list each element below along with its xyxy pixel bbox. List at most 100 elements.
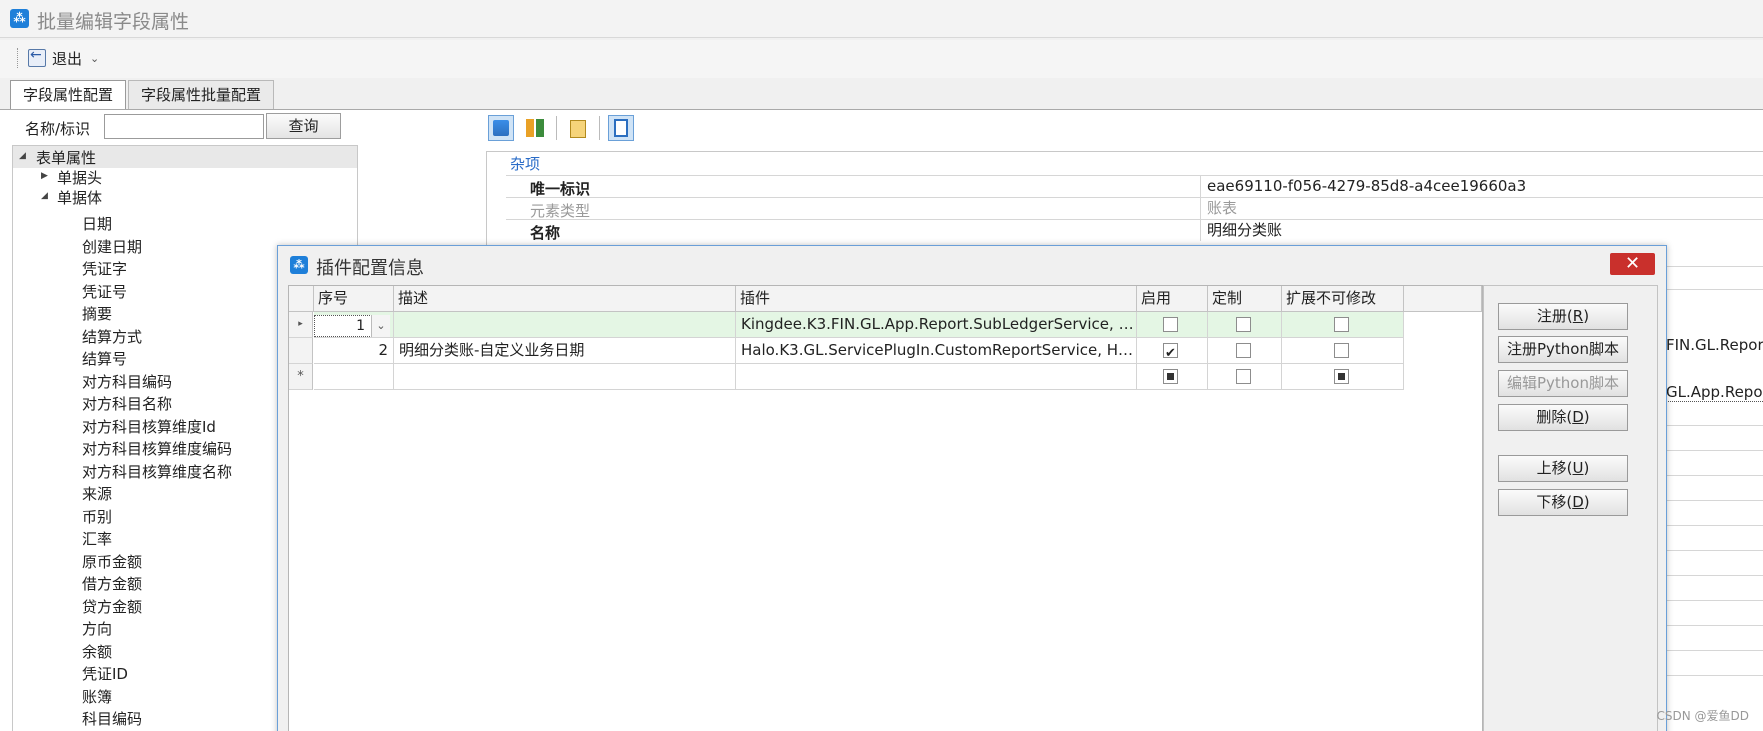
tab-field-attribute-batch-config[interactable]: 字段属性批量配置	[128, 80, 275, 110]
property-value[interactable]: eae69110-f056-4279-85d8-a4cee19660a3	[1200, 176, 1526, 197]
custom-checkbox[interactable]	[1236, 369, 1251, 384]
tree-leaf[interactable]: 日期	[82, 213, 112, 234]
tree-leaf[interactable]: 结算方式	[82, 326, 142, 347]
dropdown-arrow-icon[interactable]: ⌄	[371, 315, 390, 337]
tree-leaf[interactable]: 创建日期	[82, 236, 142, 257]
register-button[interactable]: 注册(R)	[1498, 303, 1628, 330]
cell-custom	[1208, 364, 1282, 390]
tree-root[interactable]: 表单属性	[36, 147, 96, 168]
property-toolbar	[488, 115, 634, 143]
property-divider	[1664, 500, 1763, 501]
window-title: 批量编辑字段属性	[37, 11, 190, 33]
tree-leaf[interactable]: 凭证ID	[82, 663, 128, 684]
tree-leaf[interactable]: 原币金额	[82, 551, 142, 572]
tree-leaf[interactable]: 借方金额	[82, 573, 142, 594]
row-indicator[interactable]: ▸	[289, 312, 313, 338]
property-divider	[1664, 525, 1763, 526]
tree-leaf[interactable]: 汇率	[82, 528, 112, 549]
property-row[interactable]: 唯一标识 eae69110-f056-4279-85d8-a4cee19660a…	[506, 175, 1763, 198]
locked-checkbox[interactable]	[1334, 317, 1349, 332]
cell-seq[interactable]	[314, 364, 394, 390]
delete-label-end: )	[1583, 408, 1590, 426]
property-divider	[1664, 675, 1763, 676]
property-divider	[1664, 650, 1763, 651]
move-up-button[interactable]: 上移(U)	[1498, 455, 1628, 482]
tree-leaf[interactable]: 科目编码	[82, 708, 142, 729]
custom-checkbox[interactable]	[1236, 343, 1251, 358]
property-divider	[1664, 625, 1763, 626]
events-icon[interactable]	[608, 115, 634, 141]
property-value[interactable]: 明细分类账	[1200, 220, 1282, 241]
tree-leaf[interactable]: 摘要	[82, 303, 112, 324]
column-header-custom[interactable]: 定制	[1208, 286, 1282, 312]
register-python-button[interactable]: 注册Python脚本	[1498, 336, 1628, 363]
cell-locked	[1282, 338, 1404, 364]
property-name: 元素类型	[530, 202, 591, 220]
tree-leaf[interactable]: 凭证号	[82, 281, 127, 302]
property-value-partial[interactable]: GL.App.Report	[1666, 383, 1763, 402]
tree-leaf[interactable]: 结算号	[82, 348, 127, 369]
custom-checkbox[interactable]	[1236, 317, 1251, 332]
locked-checkbox[interactable]	[1334, 343, 1349, 358]
categorized-view-icon[interactable]	[488, 115, 514, 141]
new-row-indicator[interactable]: *	[289, 364, 313, 390]
locked-checkbox[interactable]	[1334, 369, 1349, 384]
column-header-seq[interactable]: 序号	[314, 286, 394, 312]
cell-plugin[interactable]: Kingdee.K3.FIN.GL.App.Report.SubLedgerSe…	[736, 312, 1137, 338]
cell-desc[interactable]	[394, 312, 736, 338]
tree-leaf[interactable]: 贷方金额	[82, 596, 142, 617]
move-up-label: 上移(	[1536, 459, 1573, 477]
tree-leaf[interactable]: 来源	[82, 483, 112, 504]
tree-node-header[interactable]: 单据头	[57, 167, 102, 188]
tree-leaf[interactable]: 余额	[82, 641, 112, 662]
cell-desc[interactable]	[394, 364, 736, 390]
exit-label: 退出	[52, 49, 83, 68]
property-row[interactable]: 名称 明细分类账	[506, 219, 1763, 242]
enabled-checkbox[interactable]	[1163, 369, 1178, 384]
toolbar	[0, 40, 1763, 78]
tab-strip: 字段属性配置 字段属性批量配置	[10, 80, 276, 111]
tree-leaf[interactable]: 凭证字	[82, 258, 127, 279]
delete-button[interactable]: 删除(D)	[1498, 404, 1628, 431]
expanded-icon[interactable]: ◢	[19, 151, 26, 161]
search-button[interactable]: 查询	[266, 113, 341, 139]
tree-leaf[interactable]: 币别	[82, 506, 112, 527]
tree-leaf[interactable]: 账簿	[82, 686, 112, 707]
cell-plugin[interactable]: Halo.K3.GL.ServicePlugIn.CustomReportSer…	[736, 338, 1137, 364]
column-header-desc[interactable]: 描述	[394, 286, 736, 312]
exit-button[interactable]: 退出 ⌄	[28, 46, 99, 70]
tree-leaf[interactable]: 对方科目编码	[82, 371, 172, 392]
close-button[interactable]: ✕	[1610, 253, 1655, 275]
tree-node-body[interactable]: 单据体	[57, 187, 102, 208]
toolbar-grip[interactable]	[17, 48, 19, 68]
collapsed-icon[interactable]: ▶	[41, 171, 48, 181]
tab-field-attribute-config[interactable]: 字段属性配置	[10, 80, 127, 111]
cell-seq[interactable]: 2	[314, 338, 394, 364]
tree-leaf[interactable]: 对方科目名称	[82, 393, 172, 414]
tree-leaf[interactable]: 方向	[82, 618, 112, 639]
grid-corner	[289, 286, 314, 312]
row-indicator[interactable]	[289, 338, 313, 364]
tree-leaf[interactable]: 对方科目核算维度Id	[82, 416, 216, 437]
column-header-plugin[interactable]: 插件	[736, 286, 1137, 312]
move-down-button[interactable]: 下移(D)	[1498, 489, 1628, 516]
column-header-enabled[interactable]: 启用	[1137, 286, 1208, 312]
tree-leaf[interactable]: 对方科目核算维度名称	[82, 461, 232, 482]
property-row[interactable]: 元素类型 账表	[506, 197, 1763, 220]
search-input[interactable]	[104, 114, 264, 139]
toolbar-separator	[599, 116, 600, 140]
sort-icon[interactable]	[522, 115, 548, 141]
tree-leaf[interactable]: 对方科目核算维度编码	[82, 438, 232, 459]
edit-python-button[interactable]: 编辑Python脚本	[1498, 370, 1628, 397]
expanded-icon[interactable]: ◢	[41, 191, 48, 201]
enabled-checkbox[interactable]	[1163, 317, 1178, 332]
property-divider	[1664, 425, 1763, 426]
property-value-partial[interactable]: FIN.GL.Report	[1666, 336, 1763, 354]
column-header-locked[interactable]: 扩展不可修改	[1282, 286, 1404, 312]
enabled-checkbox[interactable]	[1163, 341, 1178, 363]
property-divider	[1664, 600, 1763, 601]
property-pages-icon[interactable]	[565, 115, 591, 141]
cell-plugin[interactable]	[736, 364, 1137, 390]
cell-desc[interactable]: 明细分类账-自定义业务日期	[394, 338, 736, 364]
chevron-down-icon[interactable]: ⌄	[90, 52, 99, 65]
